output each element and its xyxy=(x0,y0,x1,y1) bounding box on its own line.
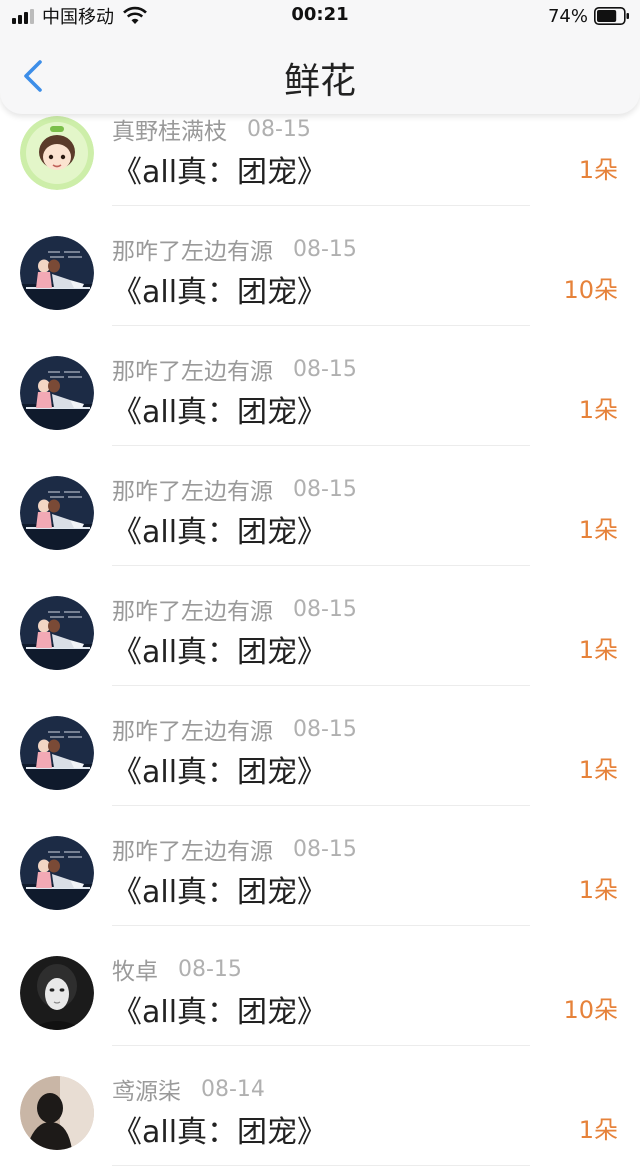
item-date: 08-15 xyxy=(293,476,357,502)
list-item[interactable]: 那咋了左边有源 08-15 《all真：团宠》 1朵 xyxy=(0,806,640,926)
masked-person-avatar xyxy=(20,956,94,1030)
book-title[interactable]: 《all真：团宠》 xyxy=(112,387,327,431)
flower-count: 1朵 xyxy=(578,876,618,904)
list-item[interactable]: 那咋了左边有源 08-15 《all真：团宠》 10朵 xyxy=(0,206,640,326)
user-name[interactable]: 那咋了左边有源 xyxy=(112,232,273,266)
cartoon-boy-avatar xyxy=(20,116,94,190)
list-item[interactable]: 鸢源柒 08-14 《all真：团宠》 1朵 xyxy=(0,1046,640,1166)
anime-couple-avatar xyxy=(20,356,94,430)
flower-list: 真野桂满枝 08-15 《all真：团宠》 1朵 那咋了左边有源 08-15 《… xyxy=(0,86,640,1166)
user-name[interactable]: 那咋了左边有源 xyxy=(112,592,273,626)
flower-count: 1朵 xyxy=(578,1116,618,1144)
anime-couple-avatar xyxy=(20,836,94,910)
anime-couple-avatar xyxy=(20,476,94,550)
anime-couple-avatar xyxy=(20,596,94,670)
avatar[interactable] xyxy=(20,356,94,430)
page-title: 鲜花 xyxy=(283,61,356,102)
item-meta: 那咋了左边有源 08-15 xyxy=(112,712,357,746)
book-title[interactable]: 《all真：团宠》 xyxy=(112,867,327,911)
avatar[interactable] xyxy=(20,1076,94,1150)
item-date: 08-15 xyxy=(293,236,357,262)
item-date: 08-15 xyxy=(293,716,357,742)
user-name[interactable]: 真野桂满枝 xyxy=(112,112,227,146)
nav-bar: 鲜花 xyxy=(0,32,640,114)
anime-couple-avatar xyxy=(20,236,94,310)
avatar[interactable] xyxy=(20,116,94,190)
book-title[interactable]: 《all真：团宠》 xyxy=(112,507,327,551)
flower-count: 1朵 xyxy=(578,156,618,184)
item-meta: 牧卓 08-15 xyxy=(112,952,242,986)
status-time: 00:21 xyxy=(291,4,349,25)
anime-couple-avatar xyxy=(20,716,94,790)
book-title[interactable]: 《all真：团宠》 xyxy=(112,147,327,191)
book-title[interactable]: 《all真：团宠》 xyxy=(112,267,327,311)
list-item[interactable]: 那咋了左边有源 08-15 《all真：团宠》 1朵 xyxy=(0,326,640,446)
battery-icon xyxy=(594,7,629,25)
flower-count: 10朵 xyxy=(563,996,618,1024)
item-date: 08-14 xyxy=(201,1076,265,1102)
item-date: 08-15 xyxy=(293,596,357,622)
avatar[interactable] xyxy=(20,956,94,1030)
flower-count: 1朵 xyxy=(578,756,618,784)
item-meta: 那咋了左边有源 08-15 xyxy=(112,592,357,626)
flower-count: 10朵 xyxy=(563,276,618,304)
item-meta: 那咋了左边有源 08-15 xyxy=(112,232,357,266)
user-name[interactable]: 那咋了左边有源 xyxy=(112,472,273,506)
status-bar: 中国移动 00:21 74% xyxy=(0,0,640,32)
list-item[interactable]: 牧卓 08-15 《all真：团宠》 10朵 xyxy=(0,926,640,1046)
flower-count: 1朵 xyxy=(578,516,618,544)
avatar[interactable] xyxy=(20,476,94,550)
list-item[interactable]: 那咋了左边有源 08-15 《all真：团宠》 1朵 xyxy=(0,566,640,686)
book-title[interactable]: 《all真：团宠》 xyxy=(112,987,327,1031)
item-date: 08-15 xyxy=(178,956,242,982)
user-name[interactable]: 那咋了左边有源 xyxy=(112,832,273,866)
item-date: 08-15 xyxy=(293,836,357,862)
book-title[interactable]: 《all真：团宠》 xyxy=(112,747,327,791)
book-title[interactable]: 《all真：团宠》 xyxy=(112,627,327,671)
silhouette-avatar xyxy=(20,1076,94,1150)
status-right: 74% xyxy=(548,4,630,28)
user-name[interactable]: 鸢源柒 xyxy=(112,1072,181,1106)
item-meta: 那咋了左边有源 08-15 xyxy=(112,832,357,866)
user-name[interactable]: 牧卓 xyxy=(112,952,158,986)
flower-count: 1朵 xyxy=(578,396,618,424)
item-meta: 那咋了左边有源 08-15 xyxy=(112,472,357,506)
user-name[interactable]: 那咋了左边有源 xyxy=(112,712,273,746)
item-meta: 真野桂满枝 08-15 xyxy=(112,112,311,146)
user-name[interactable]: 那咋了左边有源 xyxy=(112,352,273,386)
item-meta: 那咋了左边有源 08-15 xyxy=(112,352,357,386)
avatar[interactable] xyxy=(20,596,94,670)
list-item[interactable]: 那咋了左边有源 08-15 《all真：团宠》 1朵 xyxy=(0,446,640,566)
list-item[interactable]: 那咋了左边有源 08-15 《all真：团宠》 1朵 xyxy=(0,686,640,806)
item-date: 08-15 xyxy=(247,116,311,142)
avatar[interactable] xyxy=(20,716,94,790)
avatar[interactable] xyxy=(20,836,94,910)
battery-percent: 74% xyxy=(547,5,588,27)
item-meta: 鸢源柒 08-14 xyxy=(112,1072,265,1106)
book-title[interactable]: 《all真：团宠》 xyxy=(112,1107,327,1151)
avatar[interactable] xyxy=(20,236,94,310)
flower-count: 1朵 xyxy=(578,636,618,664)
item-date: 08-15 xyxy=(293,356,357,382)
